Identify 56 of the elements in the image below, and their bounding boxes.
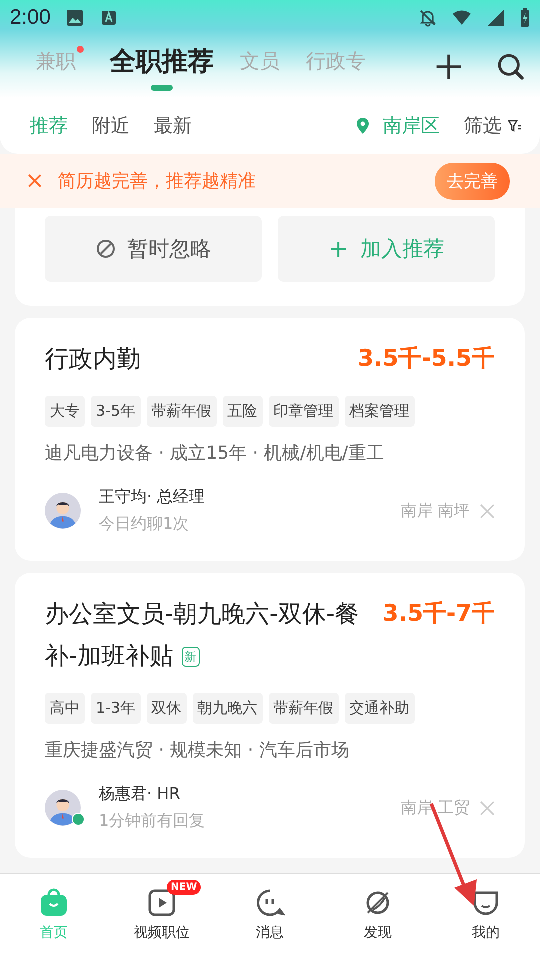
job-title: 办公室文员-朝九晚六-双休-餐补-加班补贴 新 [45, 599, 360, 672]
filter-tab[interactable]: 附近 [92, 113, 130, 139]
job-tag: 大专 [45, 396, 85, 427]
job-title: 行政内勤 [45, 344, 141, 375]
add-icon[interactable] [434, 52, 464, 82]
recruiter-name: 杨惠君· HR [99, 784, 182, 805]
job-tag: 交通补助 [344, 693, 414, 724]
job-tag: 朝九晚六 [192, 693, 262, 724]
close-icon[interactable] [28, 174, 42, 188]
briefcase-icon [39, 888, 69, 918]
job-tag: 档案管理 [344, 396, 414, 427]
recruiter-activity: 今日约聊1次 [99, 514, 190, 535]
job-location: 南岸 工贸 [400, 798, 470, 818]
location-pin-icon [357, 118, 369, 134]
new-badge: 新 [182, 647, 200, 668]
bell-off-icon [418, 8, 438, 28]
play-icon [147, 888, 177, 918]
nav-tab[interactable]: 消息 [216, 874, 324, 960]
nav-tab[interactable]: NEW 视频职位 [108, 874, 216, 960]
job-tag: 带薪年假 [268, 693, 338, 724]
status-time: 2:00 [10, 6, 51, 30]
recruiter-name: 王守均· 总经理 [99, 487, 206, 508]
job-tag: 1-3年 [91, 693, 140, 724]
chat-bubble-icon [255, 888, 285, 918]
notification-dot [77, 46, 84, 52]
online-dot [72, 813, 85, 826]
salary: 3.5千-7千 [382, 600, 495, 629]
signal-icon [486, 8, 506, 28]
filter-tab[interactable]: 最新 [154, 113, 192, 139]
ignore-button[interactable]: 暂时忽略 [45, 216, 262, 282]
filter-button[interactable]: 筛选 [464, 113, 502, 139]
salary: 3.5千-5.5千 [358, 345, 495, 374]
job-tag: 印章管理 [268, 396, 338, 427]
category-tab[interactable]: 全职推荐 [110, 44, 214, 90]
filter-icon[interactable] [508, 119, 522, 133]
image-icon [64, 8, 85, 28]
search-icon[interactable] [496, 52, 526, 82]
avatar [45, 493, 81, 529]
block-icon [96, 239, 116, 259]
company-info: 迪凡电力设备 · 成立15年 · 机械/机电/重工 [45, 442, 386, 465]
job-tag: 五险 [222, 396, 262, 427]
nav-tab[interactable]: 发现 [324, 874, 432, 960]
job-tag: 双休 [146, 693, 186, 724]
banner-text: 简历越完善，推荐越精准 [58, 170, 256, 193]
company-info: 重庆捷盛汽贸 · 规模未知 · 汽车后市场 [45, 739, 350, 762]
nav-tab[interactable]: 我的 [432, 874, 540, 960]
avatar [45, 790, 81, 826]
job-tag: 3-5年 [91, 396, 140, 427]
new-badge: NEW [167, 880, 202, 895]
job-tag: 高中 [45, 693, 85, 724]
job-card[interactable]: 行政内勤 3.5千-5.5千 大专 3-5年 带薪年假 五险 印章管理 档案管理 迪凡电力设备 · 成立15年 · 机械/机电/重工 王守均· 总经理 今日约聊1次 南岸 南坪 [15, 318, 525, 561]
battery-icon [520, 8, 530, 28]
job-card[interactable]: 办公室文员-朝九晚六-双休-餐补-加班补贴 新 3.5千-7千 高中 1-3年 双休 朝九晚六 带薪年假 交通补助 重庆捷盛汽贸 · 规模未知 · 汽车后市场 杨惠君· HR 1分钟前有回复 南岸 工贸 [15, 573, 525, 858]
job-tag: 带薪年假 [146, 396, 216, 427]
recruiter-activity: 1分钟前有回复 [99, 811, 206, 832]
job-location: 南岸 南坪 [400, 500, 470, 522]
